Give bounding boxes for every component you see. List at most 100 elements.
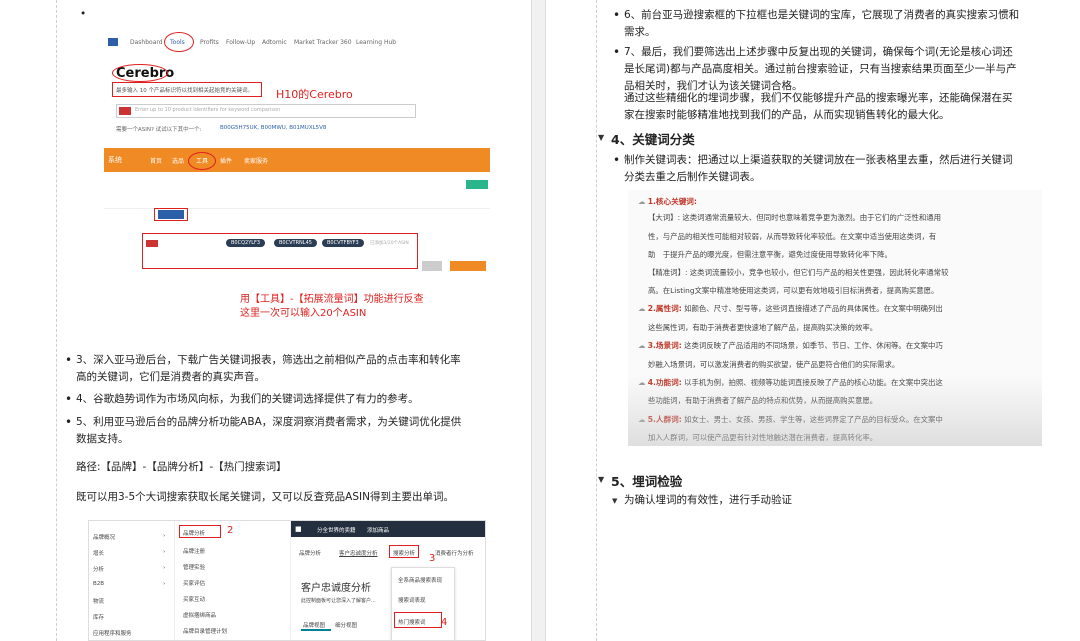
keyword-category-line: ☁ 1.核心关键词:	[638, 196, 1034, 208]
nav-profits: Profits	[200, 39, 219, 46]
search-dropdown: 全系商品搜索表现 搜索词表现 热门搜索词	[391, 567, 455, 640]
bullet-4: 4、谷歌趋势词作为市场风向标，为我们的关键词选择提供了有力的参考。	[65, 391, 468, 408]
keyword-category-line: ☁ 3.场景词: 这类词反映了产品适用的不同场景，如季节、节日、工作、休闲等。在…	[638, 340, 1034, 352]
sc-sidebar: 品牌概况 增长 分析 B2B 物流 库存 应用程序和服务 › › › ›	[89, 521, 175, 640]
us-flag-icon	[119, 107, 131, 115]
orange-tab-2[interactable]: 首页	[150, 156, 162, 165]
bullet-4-content: 制作关键词表：把通过以上渠道获取的关键词放在一张表格里去重，然后进行关键词分类去…	[613, 152, 1020, 186]
asin-chip-1[interactable]: B0CQ2YLF3	[226, 239, 266, 247]
category-text: 如颜色、尺寸、型号等，这些词直接描述了产品的具体属性。在文案中明确列出	[681, 304, 943, 313]
brand-analytics-highlight	[179, 525, 221, 538]
margin-guide	[596, 0, 597, 641]
orange-tab-6[interactable]: 卖家服务	[244, 156, 268, 165]
chevron-right-icon: ›	[163, 549, 166, 555]
keyword-category-line: 这些属性词，有助于消费者更快速地了解产品，提高购买决策的效率。	[648, 323, 878, 332]
tools-circle	[164, 32, 194, 52]
category-text: 这类词反映了产品适用的不同场景，如季节、节日、工作、休闲等。在文案中巧	[681, 341, 943, 350]
brand-analytics-screenshot: 品牌概况 增长 分析 B2B 物流 库存 应用程序和服务 › › › › 品牌分…	[88, 520, 486, 641]
example-asins[interactable]: B00G5H75UK, B00MWU, B01MUXL5V8	[220, 125, 326, 131]
collapse-triangle-icon[interactable]: ▼	[612, 497, 617, 505]
submenu-bundles[interactable]: 虚拟捆绑商品	[183, 611, 216, 619]
keyword-categories-image: ☁ 1.核心关键词: 【大词】: 这类词通常流量较大、但同时也意味着竞争更为激烈。…	[628, 190, 1042, 446]
search-analytics-highlight	[389, 545, 419, 558]
nav-dashboard: Dashboard	[130, 39, 163, 46]
dropdown-item-2[interactable]: 搜索词表现	[398, 596, 426, 604]
asin-hint: 已添加3/20个ASIN	[370, 241, 409, 246]
sidebar-item-apps[interactable]: 应用程序和服务	[93, 629, 132, 637]
nav-learning-hub: Learning Hub	[356, 39, 397, 46]
chevron-right-icon: ›	[163, 581, 166, 587]
search-button[interactable]	[450, 261, 486, 271]
cerebro-circle	[112, 64, 168, 82]
image-shadow	[628, 376, 1042, 446]
topbar-item-2[interactable]: 添加商品	[367, 526, 389, 534]
orange-tab-5[interactable]: 插件	[220, 156, 232, 165]
asin-chip-3[interactable]: B0CVTFBYF3	[322, 239, 364, 247]
orange-header: 系统 首页 选品 工具 插件 卖家服务	[104, 148, 490, 172]
loyalty-page-title: 客户忠诚度分析	[301, 583, 371, 594]
sidebar-item-inventory[interactable]: 库存	[93, 613, 104, 621]
green-button[interactable]	[466, 180, 488, 189]
breadcrumb-consumer[interactable]: 消费者行为分析	[435, 549, 474, 557]
sc-submenu: 品牌分析 2 品牌注册 管理实验 买家评估 买家互动 虚拟捆绑商品 品牌目录管理…	[175, 521, 291, 640]
sidebar-item-brand-overview[interactable]: 品牌概况	[93, 533, 115, 541]
hot-search-highlight	[394, 612, 442, 628]
continuation-text: 通过这些精细化的埋词步骤，我们不仅能够提升产品的搜索曝光率，还能确保潜在买家在搜…	[624, 92, 1013, 121]
chevron-right-icon: ›	[163, 533, 166, 539]
topbar-item-1[interactable]: 分全世界的卖籍	[317, 526, 356, 534]
active-tab-underline	[301, 629, 331, 631]
subtab-highlight	[154, 208, 188, 221]
category-heading: 3.场景词:	[647, 341, 682, 350]
step-number-4: 4	[441, 617, 448, 628]
orange-tab-3[interactable]: 选品	[172, 156, 184, 165]
asin-chip-2[interactable]: B0CVTRNL45	[274, 239, 317, 247]
keyword-category-line: ☁ 2.属性词: 如颜色、尺寸、型号等，这些词直接描述了产品的具体属性。在文案中…	[638, 303, 1034, 315]
bullet-6: 6、前台亚马逊搜索框的下拉框也是关键词的宝库，它展现了消费者的真实搜索习惯和需求…	[613, 7, 1020, 41]
heading-5: 5、埋词检验	[611, 474, 683, 489]
keyword-category-line: 【精准词】: 这类词流量较小，竞争也较小，但它们与产品的相关性更强，因此转化率通…	[648, 268, 949, 277]
caption-line-2: 这里一次可以输入20个ASIN	[240, 308, 367, 319]
sidebar-item-analytics[interactable]: 分析	[93, 565, 104, 573]
sc-topbar: ■ 分全世界的卖籍 添加商品	[291, 521, 485, 537]
us-flag-icon-2	[146, 240, 158, 247]
caption-line-1: 用【工具】-【拓展流量词】功能进行反查	[240, 294, 424, 305]
example-label: 需要一个ASIN? 试试以下其中一个:	[116, 127, 202, 133]
search-placeholder: Enter up to 10 product identifiers for k…	[135, 107, 281, 113]
loyalty-page-desc: 此控制面板可让您深入了解客户...	[301, 598, 376, 604]
step-number-2: 2	[227, 525, 234, 536]
desc-highlight-box	[112, 82, 262, 97]
cloud-icon: ☁	[638, 341, 648, 350]
nav-market-tracker: Market Tracker 360	[294, 39, 352, 46]
bullet-3: 3、深入亚马逊后台，下载广告关键词报表，筛选出之前相似产品的点击率和转化率高的关…	[65, 352, 468, 386]
bullet-5-content: 为确认埋词的有效性，进行手动验证	[624, 494, 792, 506]
sidebar-item-growth[interactable]: 增长	[93, 549, 104, 557]
reset-button[interactable]	[422, 261, 442, 271]
keyword-category-line: 妙融入场景词，可以激发消费者的购买欲望，使产品更符合他们的实际需求。	[648, 360, 900, 369]
breadcrumb-loyalty[interactable]: 客户忠诚度分析	[339, 549, 378, 557]
menu-icon[interactable]: ■	[295, 525, 302, 533]
dropdown-item-1[interactable]: 全系商品搜索表现	[398, 576, 442, 584]
cloud-icon: ☁	[638, 197, 648, 206]
heading-4: 4、关键词分类	[611, 132, 695, 147]
helium10-logo-icon	[108, 38, 118, 46]
cloud-icon: ☁	[638, 304, 648, 313]
bullet-5: 5、利用亚马逊后台的品牌分析功能ABA，深度洞察消费者需求，为关键词优化提供数据…	[65, 414, 468, 448]
nav-followup: Follow-Up	[226, 39, 256, 46]
submenu-brand-registry[interactable]: 品牌注册	[183, 547, 205, 555]
left-page: • Dashboard Tools Profits Follow-Up Adto…	[0, 0, 532, 641]
collapse-triangle-icon[interactable]: ▼	[598, 133, 604, 142]
sidebar-item-logistics[interactable]: 物流	[93, 597, 104, 605]
submenu-catalog[interactable]: 品牌目录管理计划	[183, 627, 227, 635]
submenu-buyer-eval[interactable]: 买家评估	[183, 579, 205, 587]
tab-segment-view[interactable]: 细分视图	[335, 621, 357, 629]
keyword-category-line: 性，与产品的相关性可能相对较弱，从而导致转化率较低。在文案中适当使用这类词，有	[648, 232, 937, 241]
submenu-experiments[interactable]: 管理实验	[183, 563, 205, 571]
submenu-buyer-interact[interactable]: 买家互动	[183, 595, 205, 603]
cerebro-search-input[interactable]: Enter up to 10 product identifiers for k…	[116, 104, 416, 118]
sidebar-item-b2b[interactable]: B2B	[93, 581, 104, 587]
breadcrumb-brand-analytics[interactable]: 品牌分析	[299, 549, 321, 557]
collapse-triangle-icon[interactable]: ▼	[598, 475, 604, 484]
keyword-category-line: 高。在Listing文案中精准地使用这类词，可以更有效地吸引目标消费者，提高购买…	[648, 286, 939, 295]
tab-brand-view[interactable]: 品牌视图	[303, 621, 325, 629]
margin-guide	[56, 0, 57, 641]
